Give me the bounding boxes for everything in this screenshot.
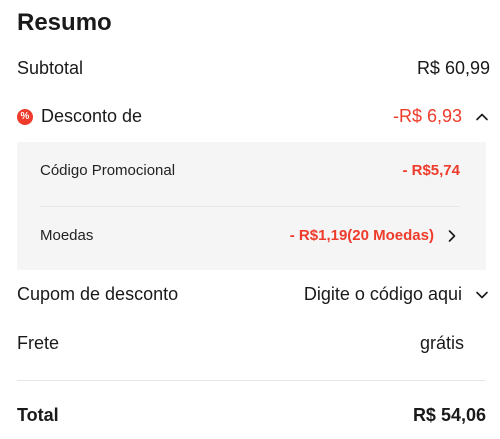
- discount-badge-icon: %: [17, 108, 33, 125]
- promo-code-row: Código Promocional - R$5,74: [40, 162, 460, 179]
- subtotal-row: Subtotal R$ 60,99: [17, 58, 490, 79]
- coins-row[interactable]: Moedas - R$1,19(20 Moedas): [40, 227, 460, 244]
- total-label: Total: [17, 405, 59, 425]
- summary-title: Resumo: [17, 9, 112, 36]
- chevron-right-icon[interactable]: [444, 228, 460, 244]
- panel-divider: [40, 206, 460, 207]
- total-value: R$ 54,06: [412, 405, 486, 425]
- discount-value: -R$ 6,93: [392, 106, 462, 126]
- subtotal-label: Subtotal: [17, 58, 84, 78]
- discount-label: Desconto de: [41, 106, 143, 126]
- shipping-label: Frete: [17, 333, 60, 353]
- discount-row[interactable]: % Desconto de -R$ 6,93: [17, 106, 490, 127]
- total-row: Total R$ 54,06: [17, 405, 486, 426]
- discount-details-panel: Código Promocional - R$5,74 Moedas - R$1…: [17, 142, 486, 270]
- subtotal-value: R$ 60,99: [416, 58, 490, 78]
- chevron-down-icon[interactable]: [474, 287, 490, 303]
- coins-label: Moedas: [40, 227, 94, 244]
- coupon-row[interactable]: Cupom de desconto Digite o código aqui: [17, 284, 490, 305]
- promo-code-label: Código Promocional: [40, 162, 176, 179]
- shipping-row: Frete grátis: [17, 333, 464, 354]
- shipping-value: grátis: [419, 333, 464, 353]
- coupon-input-placeholder[interactable]: Digite o código aqui: [304, 284, 462, 305]
- coins-value: - R$1,19(20 Moedas): [289, 227, 434, 244]
- promo-code-value: - R$5,74: [402, 162, 460, 179]
- coupon-label: Cupom de desconto: [17, 284, 179, 304]
- chevron-up-icon[interactable]: [474, 109, 490, 125]
- total-divider: [17, 380, 486, 381]
